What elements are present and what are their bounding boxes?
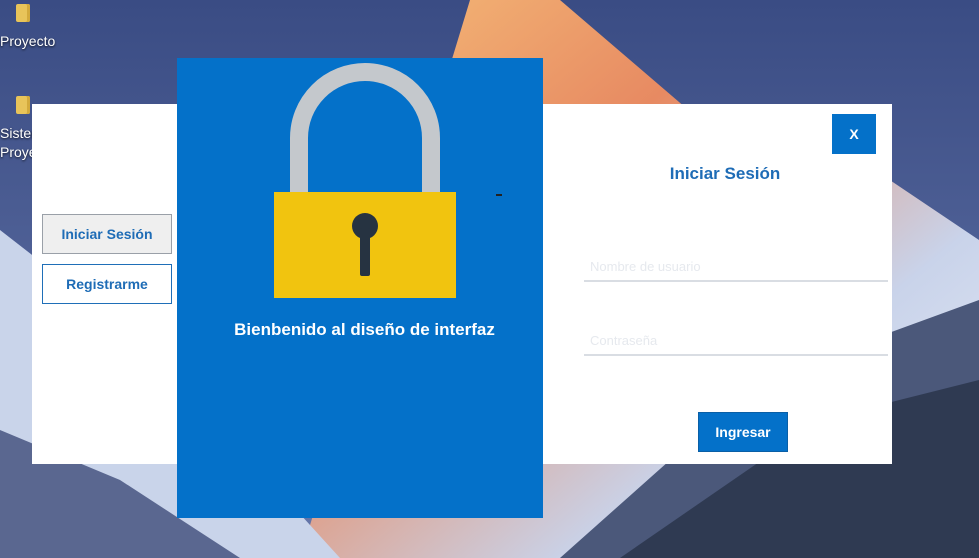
- username-field[interactable]: [584, 252, 888, 282]
- desktop-icon-label: Proyecto: [0, 33, 56, 49]
- close-button[interactable]: X: [832, 114, 876, 154]
- password-field[interactable]: [584, 326, 888, 356]
- folder-icon: [16, 4, 30, 22]
- submit-button[interactable]: Ingresar: [698, 412, 788, 452]
- welcome-panel: [177, 58, 543, 518]
- form-title: Iniciar Sesión: [669, 164, 781, 183]
- welcome-text: Bienbenido al diseño de interfaz: [234, 320, 495, 339]
- desktop-icon-label-line1: Sister: [0, 125, 36, 141]
- login-tab-button[interactable]: Iniciar Sesión: [42, 214, 172, 254]
- register-tab-button[interactable]: Registrarme: [42, 264, 172, 304]
- folder-icon: [16, 96, 30, 114]
- padlock-icon: [274, 63, 456, 298]
- stray-mark: [496, 194, 502, 196]
